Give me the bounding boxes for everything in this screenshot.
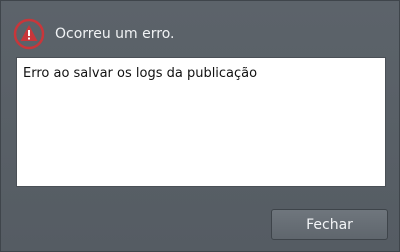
close-button[interactable]: Fechar xyxy=(271,209,388,240)
warning-triangle-icon xyxy=(13,18,45,50)
close-button-label: Fechar xyxy=(306,216,353,233)
error-message-box: Erro ao salvar os logs da publicação xyxy=(16,57,386,187)
error-message-text: Erro ao salvar os logs da publicação xyxy=(23,66,258,81)
error-dialog: Ocorreu um erro. Erro ao salvar os logs … xyxy=(0,0,400,252)
dialog-title: Ocorreu um erro. xyxy=(55,26,175,42)
dialog-header: Ocorreu um erro. xyxy=(13,18,174,50)
